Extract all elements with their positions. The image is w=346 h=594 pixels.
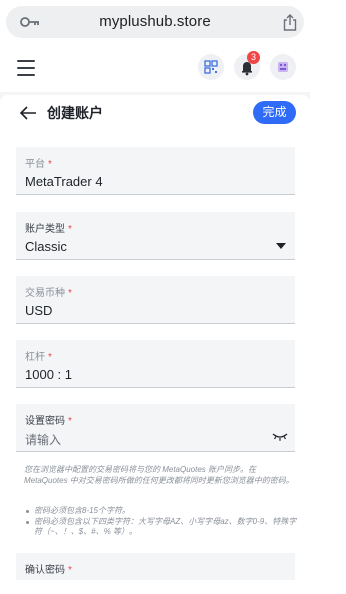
create-account-card: 创建账户 完成 平台 * MetaTrader 4 账户类型 * Classic 交… <box>0 95 310 594</box>
password-rule: 密码必须包含8-15个字符。 <box>24 506 298 517</box>
browser-bottom-toolbar <box>0 580 346 594</box>
password-placeholder: 请输入 <box>25 433 62 447</box>
right-gutter <box>310 92 346 594</box>
caret-down-icon <box>276 243 286 249</box>
leverage-field[interactable]: 杠杆 * 1000 : 1 <box>16 340 295 388</box>
leverage-value: 1000 : 1 <box>25 367 72 382</box>
account-type-value: Classic <box>25 239 67 254</box>
card-title-row: 创建账户 完成 <box>0 95 310 131</box>
share-icon[interactable] <box>282 14 298 31</box>
password-rule: 密码必须包含以下四类字符：大写字母AZ、小写字母az、数字0-9、特殊字符（~、… <box>24 517 298 538</box>
password-sync-hint: 您在浏览器中配置的交易密码将与您的 MetaQuotes 账户同步。在 Meta… <box>24 465 294 485</box>
menu-icon[interactable] <box>17 60 35 76</box>
url-text: myplushub.store <box>99 13 211 30</box>
avatar-icon[interactable] <box>270 54 296 80</box>
platform-field[interactable]: 平台 * MetaTrader 4 <box>16 147 295 195</box>
page-title: 创建账户 <box>47 105 103 121</box>
back-arrow-icon[interactable] <box>18 103 38 123</box>
leverage-label: 杠杆 * <box>25 352 52 363</box>
confirm-password-label: 确认密码 * <box>25 565 72 576</box>
done-button[interactable]: 完成 <box>253 101 296 124</box>
qr-code-icon[interactable] <box>198 54 224 80</box>
app-header: 3 <box>0 46 346 92</box>
password-label: 设置密码 * <box>25 416 72 427</box>
password-field[interactable]: 设置密码 * 请输入 <box>16 404 295 452</box>
currency-field[interactable]: 交易币种 * USD <box>16 276 295 324</box>
browser-bar: myplushub.store <box>0 0 346 46</box>
account-type-label: 账户类型 * <box>25 224 72 235</box>
currency-value: USD <box>25 303 53 318</box>
password-rules: 密码必须包含8-15个字符。 密码必须包含以下四类字符：大写字母AZ、小写字母a… <box>24 506 298 538</box>
eye-closed-icon[interactable] <box>272 432 288 442</box>
platform-value: MetaTrader 4 <box>25 174 103 189</box>
address-bar[interactable]: myplushub.store <box>6 6 304 38</box>
notification-badge: 3 <box>247 51 260 64</box>
currency-label: 交易币种 * <box>25 288 72 299</box>
platform-label: 平台 * <box>25 159 52 170</box>
account-type-select[interactable]: 账户类型 * Classic <box>16 212 295 260</box>
